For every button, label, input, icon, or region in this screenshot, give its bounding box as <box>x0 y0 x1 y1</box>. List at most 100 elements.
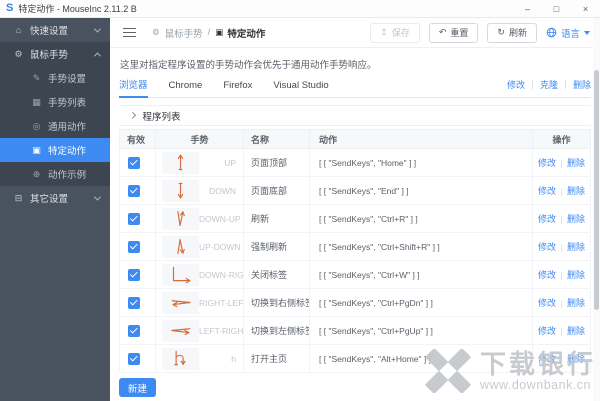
divider <box>561 187 562 196</box>
tab-firefox[interactable]: Firefox <box>223 80 252 97</box>
target-icon: ◎ <box>32 120 41 131</box>
row-modify-link[interactable]: 修改 <box>538 270 556 280</box>
table-row: DOWN 页面底部 [ [ "SendKeys", "End" ] ] 修改 删除 <box>119 176 591 205</box>
gesture-action: [ [ "SendKeys", "Home" ] ] <box>309 148 533 177</box>
scrollbar-track[interactable] <box>593 18 600 401</box>
breadcrumb-parent[interactable]: 鼠标手势 <box>165 26 203 40</box>
sidebar-item-gesture-list[interactable]: ▦ 手势列表 <box>0 90 110 114</box>
row-modify-link[interactable]: 修改 <box>538 298 556 308</box>
sidebar-item-action-examples[interactable]: ⊕ 动作示例 <box>0 162 110 186</box>
table-row: LEFT-RIGHT 切换到左侧标签 [ [ "SendKeys", "Ctrl… <box>119 316 591 345</box>
row-modify-link[interactable]: 修改 <box>538 186 556 196</box>
modify-link[interactable]: 修改 <box>507 78 525 91</box>
clone-link[interactable]: 克隆 <box>540 78 558 91</box>
row-delete-link[interactable]: 删除 <box>567 298 585 308</box>
row-delete-link[interactable]: 删除 <box>567 186 585 196</box>
caret-down-icon <box>584 31 590 35</box>
gesture-icon <box>162 151 199 174</box>
sidebar-group-mouse-gestures: ⚙ 鼠标手势 ✎ 手势设置 ▦ 手势列表 ◎ 通用动作 ▣ 特定动作 ⊕ 动作示… <box>0 42 110 186</box>
main-area: ⚙ 鼠标手势 / ▣ 特定动作 ↥ 保存 ↶ 重置 ↻ 刷新 语言 这里对指定程… <box>110 18 600 401</box>
gesture-label: LEFT-RIGHT <box>199 325 244 336</box>
chevron-right-icon <box>129 112 136 119</box>
tab-browser[interactable]: 浏览器 <box>119 77 148 98</box>
row-modify-link[interactable]: 修改 <box>538 326 556 336</box>
divider <box>531 80 533 89</box>
toolbar-actions: ↥ 保存 ↶ 重置 ↻ 刷新 语言 <box>370 22 590 43</box>
new-button[interactable]: 新建 <box>119 378 157 397</box>
row-delete-link[interactable]: 删除 <box>567 242 585 252</box>
delete-link[interactable]: 删除 <box>573 78 591 91</box>
row-delete-link[interactable]: 删除 <box>567 270 585 280</box>
sidebar-item-label: 其它设置 <box>30 194 69 205</box>
divider <box>561 243 562 252</box>
language-button[interactable]: 语言 <box>546 26 590 40</box>
header-enabled: 有效 <box>119 129 156 149</box>
sidebar-item-quick-settings[interactable]: ⌂ 快速设置 <box>0 18 110 42</box>
row-checkbox[interactable] <box>128 156 140 169</box>
row-checkbox[interactable] <box>128 268 140 281</box>
reset-button[interactable]: ↶ 重置 <box>428 22 479 43</box>
hamburger-menu-icon[interactable] <box>123 27 136 38</box>
globe-icon <box>546 27 557 38</box>
maximize-button[interactable]: □ <box>542 0 571 17</box>
sidebar-item-label: 通用动作 <box>48 122 87 133</box>
breadcrumb-current: ▣ 特定动作 <box>215 27 266 40</box>
row-delete-link[interactable]: 删除 <box>567 354 585 364</box>
chevron-up-icon <box>93 51 102 59</box>
header-gesture: 手势 <box>155 129 244 149</box>
tabs-bar: 浏览器 Chrome Firefox Visual Studio 修改 克隆 删… <box>119 78 591 98</box>
row-checkbox[interactable] <box>128 240 140 253</box>
toolbar: ⚙ 鼠标手势 / ▣ 特定动作 ↥ 保存 ↶ 重置 ↻ 刷新 语言 <box>110 18 600 48</box>
sidebar-item-label: 鼠标手势 <box>30 50 69 61</box>
content-panel: 这里对指定程序设置的手势动作会优先于通用动作手势响应。 浏览器 Chrome F… <box>110 48 600 401</box>
table-row: UP-DOWN 强制刷新 [ [ "SendKeys", "Ctrl+Shift… <box>119 232 591 261</box>
divider <box>564 80 566 89</box>
example-icon: ⊕ <box>32 168 41 179</box>
row-delete-link[interactable]: 删除 <box>567 214 585 224</box>
row-checkbox[interactable] <box>128 324 140 337</box>
gesture-label: UP <box>224 157 236 168</box>
app-logo-icon: S <box>6 2 14 14</box>
gesture-table: 有效 手势 名称 动作 操作 UP 页面顶部 [ [ "SendKeys", "… <box>119 129 591 373</box>
gesture-icon <box>162 179 199 202</box>
row-checkbox[interactable] <box>128 352 140 365</box>
sidebar-item-specific-actions[interactable]: ▣ 特定动作 <box>0 138 110 162</box>
refresh-button[interactable]: ↻ 刷新 <box>487 22 537 43</box>
row-checkbox[interactable] <box>128 184 140 197</box>
gesture-action: [ [ "SendKeys", "Alt+Home" ] ] <box>309 344 533 373</box>
divider <box>561 355 562 364</box>
header-operations: 操作 <box>532 129 591 149</box>
row-delete-link[interactable]: 删除 <box>567 326 585 336</box>
gesture-name: 切换到右侧标签 <box>243 288 310 317</box>
scrollbar-thumb[interactable] <box>594 70 599 310</box>
sliders-icon: ⊟ <box>14 192 23 203</box>
tab-chrome[interactable]: Chrome <box>169 80 203 97</box>
row-delete-link[interactable]: 删除 <box>567 158 585 168</box>
tab-visual-studio[interactable]: Visual Studio <box>273 80 328 97</box>
sidebar-item-gesture-settings[interactable]: ✎ 手势设置 <box>0 66 110 90</box>
row-modify-link[interactable]: 修改 <box>538 354 556 364</box>
sidebar-item-general-actions[interactable]: ◎ 通用动作 <box>0 114 110 138</box>
sidebar-item-mouse-gestures[interactable]: ⚙ 鼠标手势 <box>0 42 110 66</box>
row-modify-link[interactable]: 修改 <box>538 214 556 224</box>
gesture-label: DOWN <box>209 185 236 196</box>
divider <box>561 215 562 224</box>
table-row: DOWN-UP 刷新 [ [ "SendKeys", "Ctrl+R" ] ] … <box>119 204 591 233</box>
table-row: RIGHT-LEFT 切换到右侧标签 [ [ "SendKeys", "Ctrl… <box>119 288 591 317</box>
gesture-action: [ [ "SendKeys", "Ctrl+PgDn" ] ] <box>309 288 533 317</box>
close-button[interactable]: × <box>571 0 600 17</box>
gesture-action: [ [ "SendKeys", "Ctrl+W" ] ] <box>309 260 533 289</box>
save-button[interactable]: ↥ 保存 <box>370 22 420 43</box>
gesture-name: 页面顶部 <box>243 148 310 177</box>
sidebar-item-other-settings[interactable]: ⊟ 其它设置 <box>0 186 110 210</box>
gesture-action: [ [ "SendKeys", "End" ] ] <box>309 176 533 205</box>
row-modify-link[interactable]: 修改 <box>538 242 556 252</box>
divider <box>561 159 562 168</box>
program-list-collapse[interactable]: 程序列表 <box>119 105 591 126</box>
row-checkbox[interactable] <box>128 296 140 309</box>
row-modify-link[interactable]: 修改 <box>538 158 556 168</box>
sidebar-item-label: 特定动作 <box>48 146 87 157</box>
minimize-button[interactable]: – <box>513 0 542 17</box>
breadcrumb-separator: / <box>207 27 211 38</box>
row-checkbox[interactable] <box>128 212 140 225</box>
